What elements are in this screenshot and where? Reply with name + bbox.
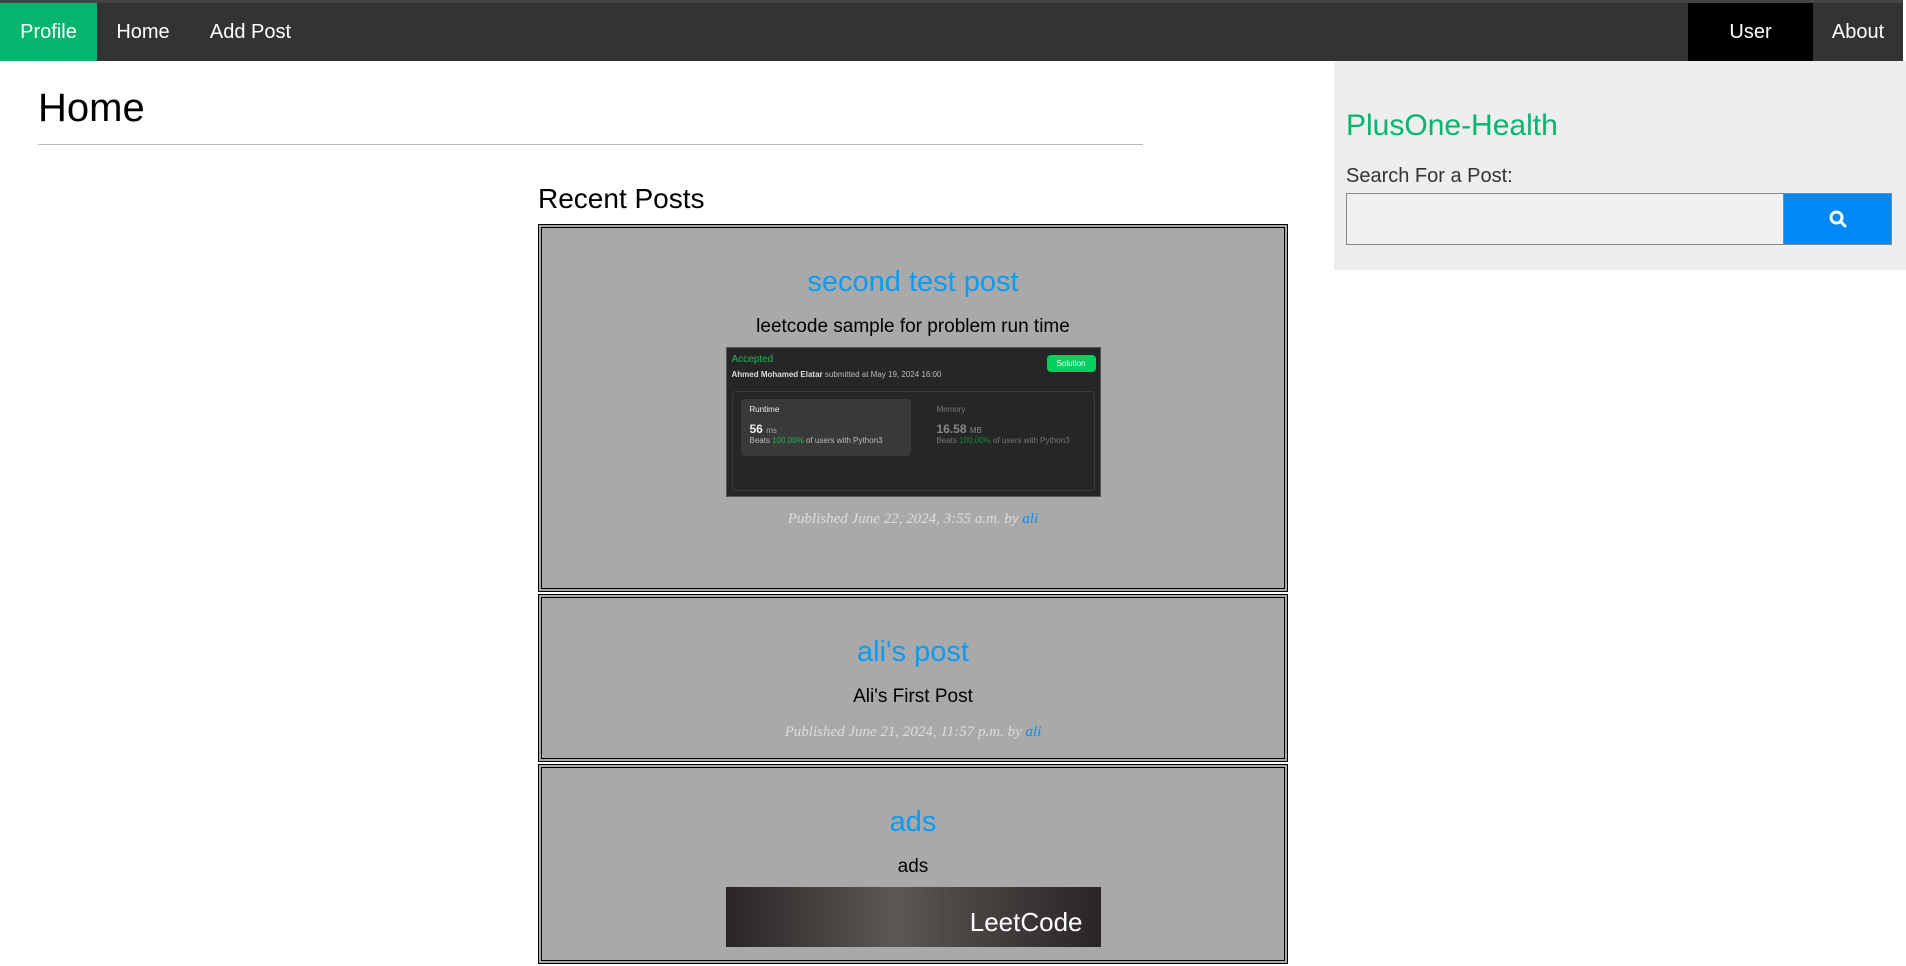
post-description: leetcode sample for problem run time [756,316,1070,337]
search-icon [1829,210,1846,228]
post-meta: Published June 21, 2024, 11:57 p.m. by a… [784,724,1042,740]
post-meta: Published June 22, 2024, 3:55 a.m. by al… [787,511,1039,527]
post-title[interactable]: second test post [542,228,1284,299]
nav-about[interactable]: About [1813,3,1903,61]
search-label: Search For a Post: [1346,165,1513,187]
divider [38,144,1143,145]
search-button[interactable] [1784,193,1892,245]
post-image: LeetCode [725,887,1101,947]
navbar: Profile Home Add Post User About [0,0,1903,61]
image-solution-badge: Solution [1046,355,1096,372]
post-card: ali's post Ali's First Post Published Ju… [538,594,1288,762]
post-card: ads ads LeetCode [538,764,1288,964]
author-link[interactable]: ali [1026,724,1042,740]
post-title[interactable]: ali's post [542,598,1284,669]
post-description: Ali's First Post [853,686,973,707]
nav-profile[interactable]: Profile [0,3,97,61]
nav-user[interactable]: User [1688,3,1813,61]
nav-add-post[interactable]: Add Post [189,3,312,61]
post-card: second test post leetcode sample for pro… [538,224,1288,592]
author-link[interactable]: ali [1022,511,1038,527]
image-runtime: Runtime 56 ms Beats 100.00% of users wit… [740,399,911,456]
page-title: Home [38,86,145,130]
post-image: Accepted Ahmed Mohamed Elatar submitted … [725,347,1101,497]
nav-home[interactable]: Home [97,3,189,61]
image-submitter: Ahmed Mohamed Elatar submitted at May 19… [731,370,942,379]
post-description: ads [897,856,929,877]
search-input[interactable] [1346,193,1784,245]
post-list: second test post leetcode sample for pro… [538,224,1288,966]
image-status: Accepted [731,354,774,365]
brand-title: PlusOne-Health [1346,109,1558,142]
recent-posts-heading: Recent Posts [538,183,705,214]
image-memory: Memory 16.58 MB Beats 100.00% of users w… [936,405,1070,445]
leetcode-logo: LeetCode [969,907,1083,937]
sidebar: PlusOne-Health Search For a Post: [1334,61,1906,270]
post-title[interactable]: ads [542,768,1284,839]
